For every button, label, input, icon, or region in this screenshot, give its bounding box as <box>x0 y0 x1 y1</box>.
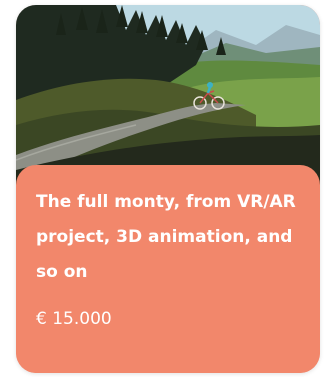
card-info-panel: The full monty, from VR/AR project, 3D a… <box>16 165 320 373</box>
mountain-cyclist-illustration-icon <box>16 5 320 185</box>
card-price: € 15.000 <box>36 309 112 329</box>
product-card[interactable]: The full monty, from VR/AR project, 3D a… <box>16 5 320 373</box>
card-title[interactable]: The full monty, from VR/AR project, 3D a… <box>36 185 312 290</box>
